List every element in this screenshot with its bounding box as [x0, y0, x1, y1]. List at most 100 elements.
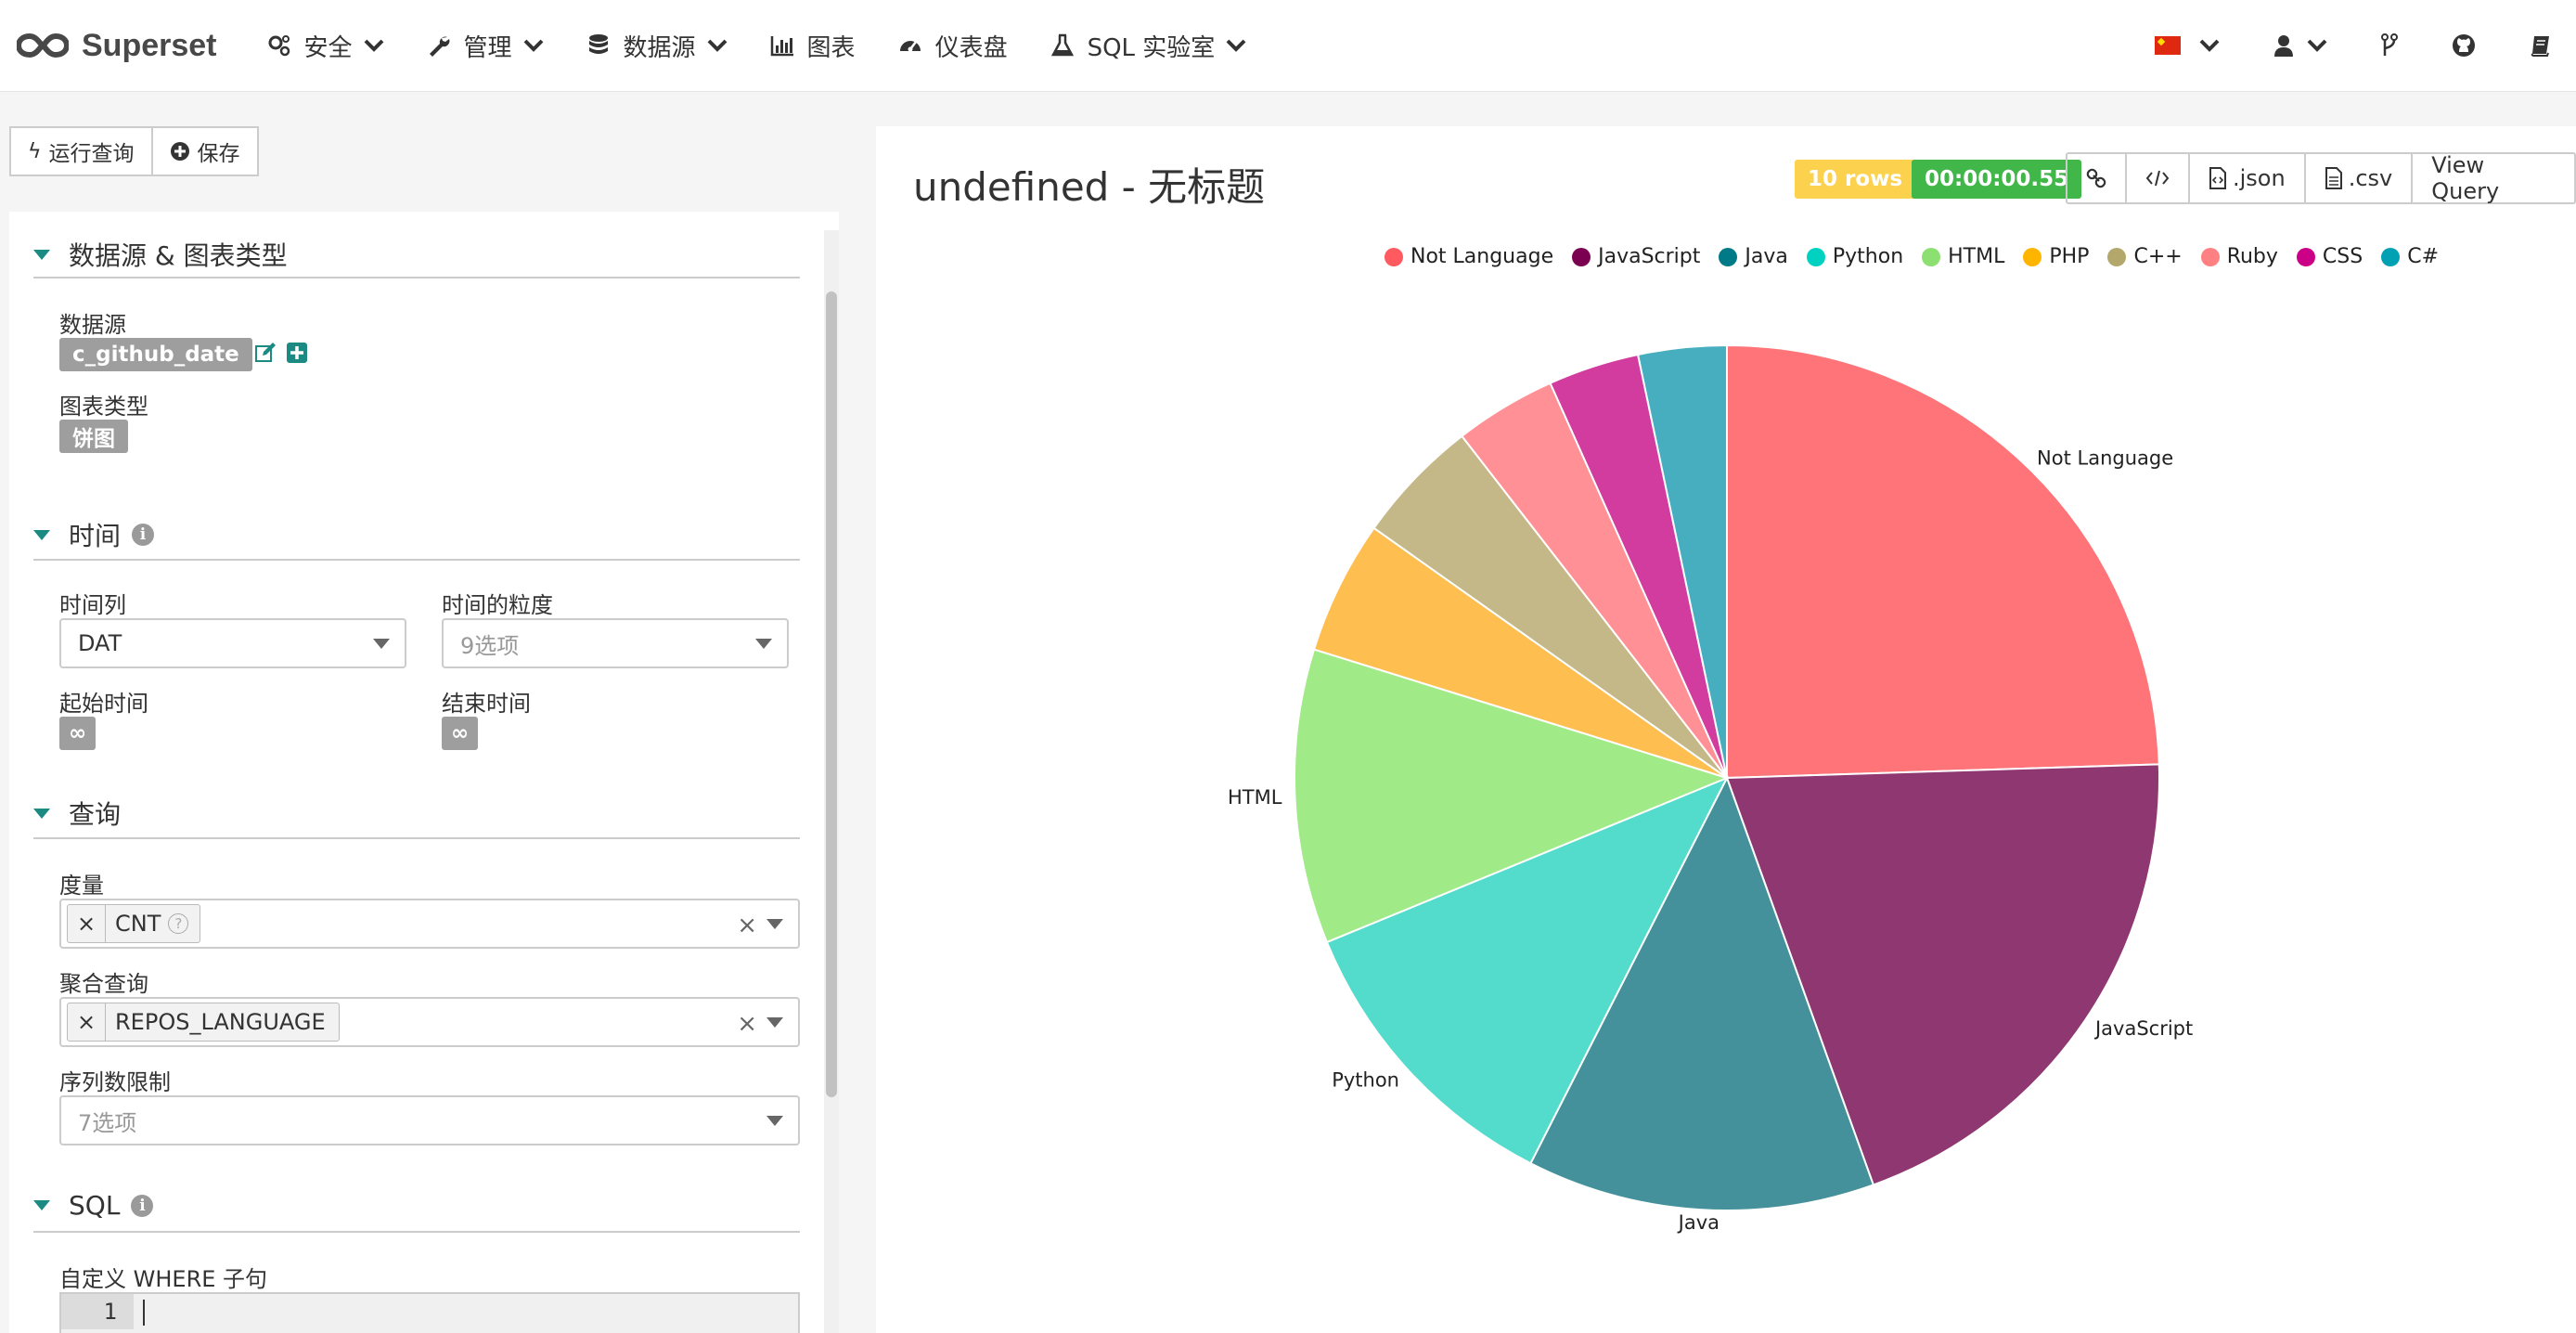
groupby-select[interactable]: × REPOS_LANGUAGE × [59, 997, 800, 1047]
row-limit-label: 序列数限制 [59, 1069, 171, 1095]
groupby-chip-label: REPOS_LANGUAGE [115, 1009, 326, 1035]
metrics-label: 度量 [59, 873, 104, 899]
row-limit-placeholder: 7选项 [78, 1109, 137, 1136]
superset-logo-icon [17, 32, 69, 58]
query-button-group: ϟ 运行查询 保存 [9, 126, 259, 176]
metric-chip-label: CNT [115, 911, 161, 937]
flask-icon [1050, 33, 1074, 57]
until-tag[interactable]: ∞ [442, 717, 479, 750]
nav-sqllab-label: SQL 实验室 [1087, 33, 1216, 62]
chart-panel: undefined - 无标题 10 rows 00:00:00.55 .jso… [876, 126, 2576, 1333]
section-sql-header[interactable]: SQL i [33, 1190, 154, 1221]
groupby-chip: × REPOS_LANGUAGE [67, 1003, 340, 1042]
language-menu[interactable] [2155, 36, 2220, 55]
nav-security[interactable]: 安全 [267, 0, 384, 91]
save-button[interactable]: 保存 [152, 126, 259, 176]
select-arrow-icon [766, 1116, 783, 1126]
gears-icon [268, 35, 290, 57]
nav-dashboards[interactable]: 仪表盘 [898, 0, 1008, 91]
where-editor[interactable]: 1 [59, 1292, 800, 1333]
run-query-label: 运行查询 [48, 142, 135, 166]
wrench-icon [429, 36, 449, 57]
time-column-value: DAT [78, 630, 122, 656]
section-sql-title: SQL [69, 1190, 121, 1221]
dashboard-icon [899, 41, 921, 52]
database-icon [588, 34, 608, 54]
remove-chip-icon[interactable]: × [68, 1003, 106, 1041]
viz-type-tag[interactable]: 饼图 [59, 420, 128, 453]
section-query-header[interactable]: 查询 [33, 795, 121, 832]
chevron-down-icon [2307, 39, 2327, 52]
info-icon[interactable]: i [132, 524, 155, 546]
info-icon[interactable]: i [131, 1194, 154, 1217]
section-query-title: 查询 [69, 799, 122, 830]
pie-slice-not-language[interactable] [1726, 343, 2160, 780]
clear-icon[interactable]: × [737, 1010, 757, 1038]
github-link[interactable] [2452, 33, 2476, 58]
scrollbar[interactable] [824, 230, 839, 1333]
datasource-tag[interactable]: c_github_date [59, 338, 252, 371]
metrics-select[interactable]: × CNT ? × [59, 899, 800, 949]
section-time-header[interactable]: 时间 i [33, 516, 155, 553]
scrollbar-thumb[interactable] [826, 291, 837, 1097]
time-grain-label: 时间的粒度 [442, 592, 553, 618]
docs-link[interactable] [2530, 34, 2552, 57]
nav-manage[interactable]: 管理 [427, 0, 544, 91]
time-column-select[interactable]: DAT [59, 618, 406, 668]
version-link[interactable] [2381, 33, 2398, 58]
chevron-down-icon [523, 39, 543, 52]
pie-chart: Not Language JavaScript Java Python HTML [1228, 343, 2193, 1234]
nav-datasources-label: 数据源 [623, 33, 696, 62]
where-label: 自定义 WHERE 子句 [59, 1266, 268, 1292]
divider [33, 1231, 800, 1233]
since-label: 起始时间 [59, 691, 148, 717]
book-icon [2531, 36, 2549, 57]
bar-chart-icon [770, 36, 793, 57]
line-number: 1 [61, 1294, 134, 1329]
pie-slice-label: Not Language [2037, 446, 2173, 469]
time-grain-select[interactable]: 9选项 [442, 618, 789, 668]
clear-icon[interactable]: × [737, 912, 757, 939]
datasource-label: 数据源 [59, 312, 126, 338]
time-column-label: 时间列 [59, 592, 126, 618]
select-arrow-icon [766, 1017, 783, 1028]
save-label: 保存 [197, 142, 240, 166]
select-arrow-icon [755, 639, 772, 649]
nav-sqllab[interactable]: SQL 实验室 [1050, 0, 1247, 91]
remove-chip-icon[interactable]: × [68, 905, 106, 942]
brand-name: Superset [82, 27, 217, 63]
chevron-down-icon [364, 39, 383, 52]
section-time-title: 时间 [69, 521, 122, 551]
github-icon [2453, 34, 2475, 57]
navbar-right [2155, 0, 2576, 91]
collapse-triangle-icon [33, 529, 50, 540]
until-label: 结束时间 [442, 691, 531, 717]
section-datasource-title: 数据源 & 图表类型 [69, 240, 288, 271]
nav-datasources[interactable]: 数据源 [586, 0, 728, 91]
bolt-icon: ϟ [28, 139, 42, 163]
text-cursor [143, 1300, 145, 1326]
user-icon [2274, 35, 2293, 57]
edit-icon[interactable] [254, 342, 277, 364]
collapse-triangle-icon [33, 1200, 50, 1210]
row-limit-select[interactable]: 7选项 [59, 1095, 800, 1145]
viz-type-label: 图表类型 [59, 394, 148, 420]
brand[interactable]: Superset [17, 28, 217, 64]
section-datasource-header[interactable]: 数据源 & 图表类型 [33, 236, 288, 273]
chevron-down-icon [2199, 39, 2220, 52]
add-datasource-icon[interactable] [286, 342, 308, 364]
control-panel: 数据源 & 图表类型 数据源 c_github_date 图表类型 饼图 时间 … [9, 212, 839, 1333]
groupby-label: 聚合查询 [59, 971, 148, 997]
top-navbar: Superset 安全 管理 数据源 图表 仪表盘 SQL 实验室 [0, 0, 2576, 92]
run-query-button[interactable]: ϟ 运行查询 [9, 126, 153, 176]
nav-charts[interactable]: 图表 [770, 0, 856, 91]
since-tag[interactable]: ∞ [59, 717, 97, 750]
nav-dashboards-label: 仪表盘 [934, 33, 1008, 62]
pie-slice-label: JavaScript [2093, 1017, 2193, 1040]
code-fork-icon [2381, 33, 2398, 56]
collapse-triangle-icon [33, 249, 50, 260]
chevron-down-icon [707, 39, 727, 52]
user-menu[interactable] [2273, 34, 2327, 57]
divider [33, 559, 800, 561]
question-icon[interactable]: ? [168, 913, 189, 934]
